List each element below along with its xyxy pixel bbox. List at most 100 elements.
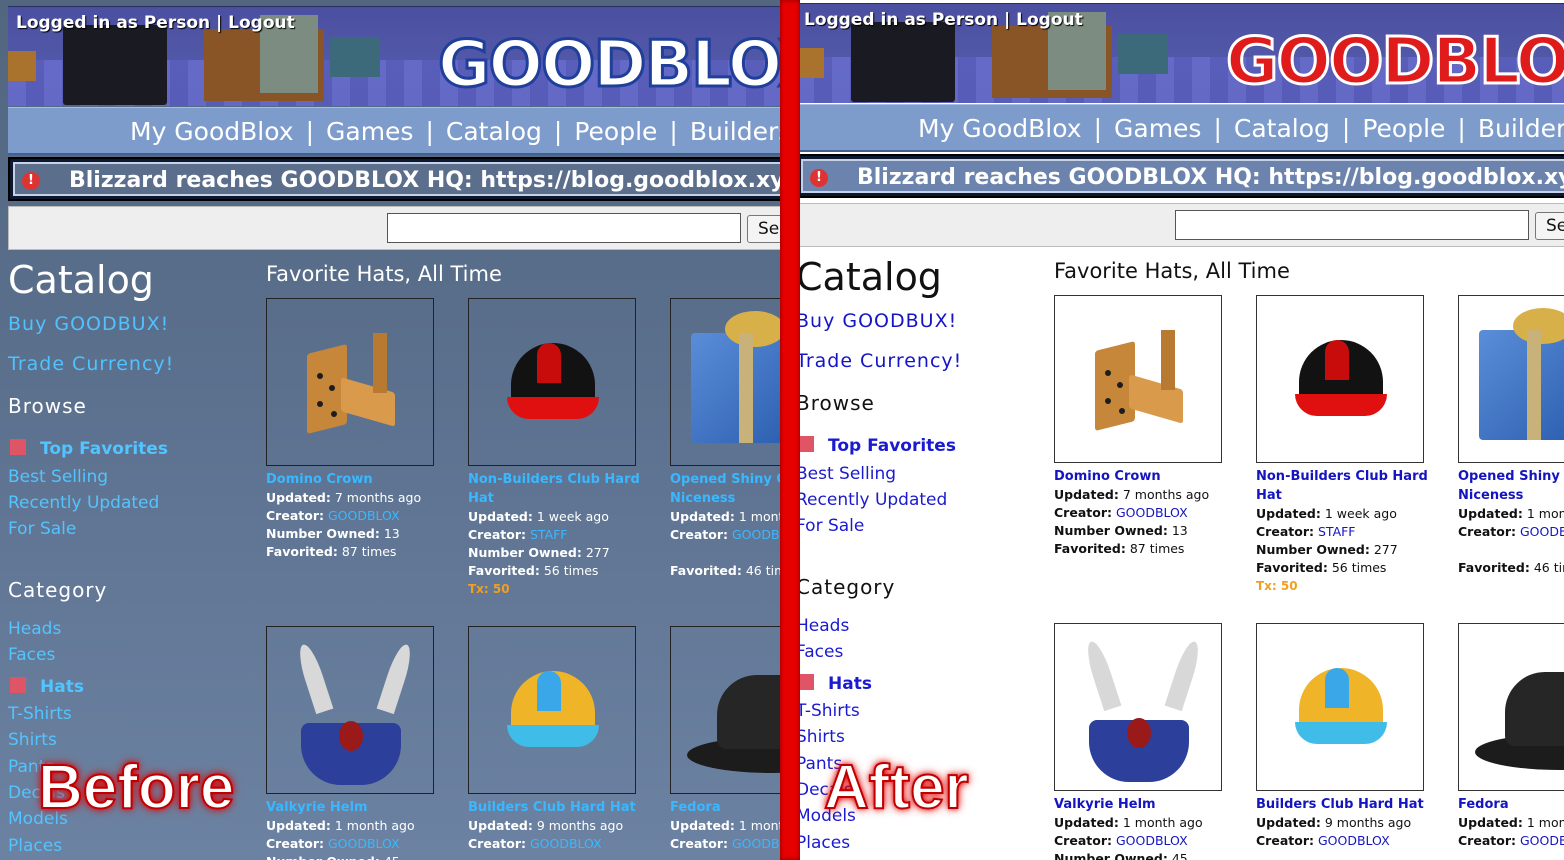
catalog-item[interactable]: Builders Club Hard Hat Updated: 9 months… xyxy=(468,626,658,853)
main-nav: My GoodBlox | Games | Catalog | People | Builder… xyxy=(8,107,780,155)
buy-goodbux-link[interactable]: Buy GOODBUX! xyxy=(800,310,957,332)
category-heads[interactable]: Heads xyxy=(800,616,849,636)
catalog-item[interactable]: Valkyrie Helm Updated: 1 month ago Creat… xyxy=(266,626,456,860)
item-name[interactable]: Builders Club Hard Hat xyxy=(468,798,658,817)
creator-link[interactable]: STAFF xyxy=(530,527,568,542)
item-thumbnail[interactable] xyxy=(468,298,636,466)
item-name[interactable]: Opened Shiny Gift of Niceness xyxy=(670,470,780,508)
alert-banner[interactable]: ! Blizzard reaches GOODBLOX HQ: https://… xyxy=(8,157,780,201)
goodblox-logo[interactable]: GOODBLOX xyxy=(436,32,780,99)
item-name[interactable]: Valkyrie Helm xyxy=(266,798,456,817)
browse-recently-updated[interactable]: Recently Updated xyxy=(800,490,947,510)
alert-message[interactable]: Blizzard reaches GOODBLOX HQ: https://bl… xyxy=(69,168,780,193)
creator-link[interactable]: GOODBLOX xyxy=(530,836,602,851)
creator-link[interactable]: GOODBLOX xyxy=(1520,524,1564,539)
item-thumbnail[interactable] xyxy=(1256,623,1424,791)
goodblox-logo[interactable]: GOODBLOX xyxy=(1224,29,1564,96)
browse-best-selling[interactable]: Best Selling xyxy=(8,467,108,487)
category-places[interactable]: Places xyxy=(8,836,62,856)
item-thumbnail[interactable] xyxy=(266,298,434,466)
price-tag: Tx: 50 xyxy=(468,582,510,596)
catalog-item[interactable]: Fedora Updated: 1 month Creator: GOODBLO… xyxy=(1458,623,1564,850)
nav-games[interactable]: Games xyxy=(326,117,413,146)
browse-for-sale[interactable]: For Sale xyxy=(800,516,864,536)
item-name[interactable]: Fedora xyxy=(670,798,780,817)
search-button[interactable]: Se xyxy=(747,215,780,243)
creator-link[interactable]: GOODBLOX xyxy=(328,836,400,851)
category-shirts[interactable]: Shirts xyxy=(800,727,845,747)
nav-my-goodblox[interactable]: My GoodBlox xyxy=(130,117,294,146)
item-name[interactable]: Fedora xyxy=(1458,795,1564,814)
category-t-shirts[interactable]: T-Shirts xyxy=(8,704,72,724)
item-thumbnail[interactable] xyxy=(670,298,780,466)
catalog-item[interactable]: Domino Crown Updated: 7 months ago Creat… xyxy=(266,298,456,561)
catalog-item[interactable]: Non-Builders Club Hard Hat Updated: 1 we… xyxy=(1256,295,1446,595)
category-places[interactable]: Places xyxy=(800,833,850,853)
search-input[interactable] xyxy=(1175,210,1529,240)
category-faces[interactable]: Faces xyxy=(800,642,843,662)
alert-message[interactable]: Blizzard reaches GOODBLOX HQ: https://bl… xyxy=(857,165,1564,190)
nav-catalog[interactable]: Catalog xyxy=(1234,114,1330,143)
item-thumbnail[interactable] xyxy=(266,626,434,794)
nav-people[interactable]: People xyxy=(1362,114,1445,143)
catalog-item[interactable]: Fedora Updated: 1 month Creator: GOODBLO… xyxy=(670,626,780,853)
category-t-shirts[interactable]: T-Shirts xyxy=(800,701,860,721)
item-name[interactable]: Non-Builders Club Hard Hat xyxy=(1256,467,1446,505)
category-heads[interactable]: Heads xyxy=(8,619,61,639)
browse-top-favorites[interactable]: Top Favorites xyxy=(10,439,168,459)
item-name[interactable]: Valkyrie Helm xyxy=(1054,795,1244,814)
creator-link[interactable]: GOODBLOX xyxy=(732,836,780,851)
nav-games[interactable]: Games xyxy=(1114,114,1201,143)
alert-banner[interactable]: ! Blizzard reaches GOODBLOX HQ: https://… xyxy=(800,154,1564,198)
search-input[interactable] xyxy=(387,213,741,243)
logout-link[interactable]: Logout xyxy=(228,13,295,33)
gift-box-icon xyxy=(1479,308,1564,440)
item-thumbnail[interactable] xyxy=(670,626,780,794)
catalog-item[interactable]: Valkyrie Helm Updated: 1 month ago Creat… xyxy=(1054,623,1244,860)
item-name[interactable]: Non-Builders Club Hard Hat xyxy=(468,470,658,508)
creator-link[interactable]: GOODBLOX xyxy=(1116,505,1188,520)
item-thumbnail[interactable] xyxy=(468,626,636,794)
item-name[interactable]: Builders Club Hard Hat xyxy=(1256,795,1446,814)
category-shirts[interactable]: Shirts xyxy=(8,730,57,750)
logout-link[interactable]: Logout xyxy=(1016,10,1083,30)
creator-link[interactable]: GOODBLOX xyxy=(1520,833,1564,848)
nav-people[interactable]: People xyxy=(574,117,657,146)
trade-currency-link[interactable]: Trade Currency! xyxy=(8,353,174,375)
browse-for-sale[interactable]: For Sale xyxy=(8,519,76,539)
search-button[interactable]: Se xyxy=(1535,212,1564,240)
creator-link[interactable]: GOODBLOX xyxy=(1318,833,1390,848)
item-thumbnail[interactable] xyxy=(1458,623,1564,791)
item-thumbnail[interactable] xyxy=(1054,295,1222,463)
item-thumbnail[interactable] xyxy=(1256,295,1424,463)
item-name[interactable]: Domino Crown xyxy=(1054,467,1244,486)
item-name[interactable]: Domino Crown xyxy=(266,470,456,489)
trade-currency-link[interactable]: Trade Currency! xyxy=(800,350,962,372)
nav-builders-club[interactable]: Builders Cl xyxy=(690,117,780,146)
category-heading: Category xyxy=(8,578,108,602)
browse-recently-updated[interactable]: Recently Updated xyxy=(8,493,159,513)
search-bar: Se xyxy=(8,206,780,250)
category-hats[interactable]: Hats xyxy=(800,674,872,694)
creator-link[interactable]: GOODBLOX xyxy=(1116,833,1188,848)
category-faces[interactable]: Faces xyxy=(8,645,55,665)
nav-builders-club[interactable]: Builders Cl xyxy=(1478,114,1564,143)
buy-goodbux-link[interactable]: Buy GOODBUX! xyxy=(8,313,169,335)
catalog-item[interactable]: Builders Club Hard Hat Updated: 9 months… xyxy=(1256,623,1446,850)
catalog-item[interactable]: Non-Builders Club Hard Hat Updated: 1 we… xyxy=(468,298,658,598)
nav-catalog[interactable]: Catalog xyxy=(446,117,542,146)
catalog-item[interactable]: Domino Crown Updated: 7 months ago Creat… xyxy=(1054,295,1244,558)
creator-link[interactable]: STAFF xyxy=(1318,524,1356,539)
browse-top-favorites[interactable]: Top Favorites xyxy=(800,436,956,456)
item-name[interactable]: Opened Shiny Gift of Niceness xyxy=(1458,467,1564,505)
item-thumbnail[interactable] xyxy=(1054,623,1222,791)
catalog-item[interactable]: Opened Shiny Gift of Niceness Updated: 1… xyxy=(670,298,780,580)
hard-hat-icon xyxy=(507,343,599,421)
nav-my-goodblox[interactable]: My GoodBlox xyxy=(918,114,1082,143)
browse-best-selling[interactable]: Best Selling xyxy=(800,464,896,484)
creator-link[interactable]: GOODBLOX xyxy=(328,508,400,523)
item-thumbnail[interactable] xyxy=(1458,295,1564,463)
catalog-item[interactable]: Opened Shiny Gift of Niceness Updated: 1… xyxy=(1458,295,1564,577)
creator-link[interactable]: GOODBLOX xyxy=(732,527,780,542)
category-hats[interactable]: Hats xyxy=(10,677,84,697)
